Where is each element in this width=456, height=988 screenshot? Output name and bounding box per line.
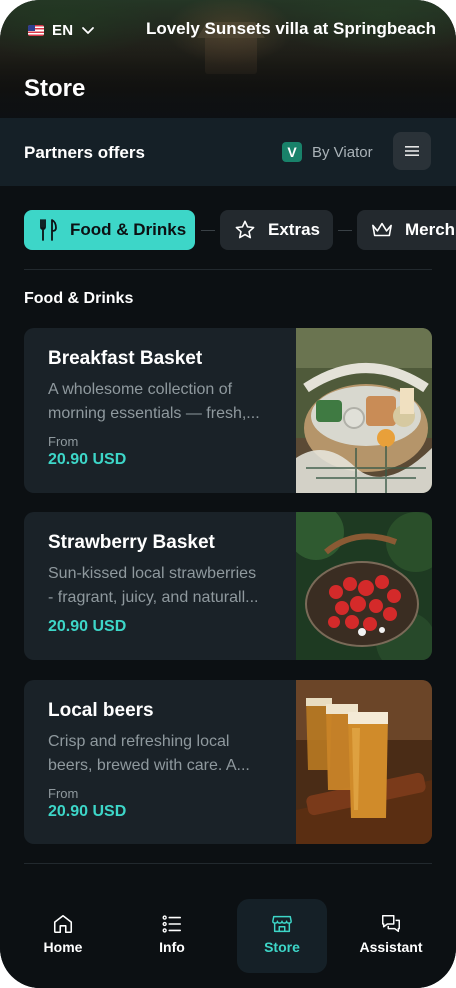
chip-label: Merch xyxy=(405,220,456,239)
crown-icon xyxy=(372,222,392,237)
nav-store[interactable]: Store xyxy=(237,899,327,973)
price-from-label: From xyxy=(48,434,79,449)
menu-button[interactable] xyxy=(393,132,431,170)
divider xyxy=(24,269,432,270)
product-price: 20.90 USD xyxy=(48,803,127,820)
chip-divider xyxy=(201,230,215,231)
store-icon xyxy=(272,915,292,933)
section-title: Food & Drinks xyxy=(24,290,134,307)
partners-bar: Partners offers V By Viator xyxy=(0,118,456,186)
bottom-navigation: Home Info Store Assistant xyxy=(0,880,456,988)
product-card-local-beers[interactable]: Local beers Crisp and refreshing local b… xyxy=(24,680,432,844)
nav-label: Info xyxy=(159,939,185,955)
product-name: Local beers xyxy=(48,700,154,721)
chevron-down-icon xyxy=(81,23,95,37)
us-flag-icon xyxy=(28,24,44,36)
fork-knife-icon xyxy=(40,219,57,241)
provider-badge[interactable]: V By Viator xyxy=(282,142,373,162)
nav-assistant[interactable]: Assistant xyxy=(346,899,436,973)
breakfast-basket-image xyxy=(296,328,432,493)
product-card-strawberry-basket[interactable]: Strawberry Basket Sun-kissed local straw… xyxy=(24,512,432,660)
chip-extras[interactable]: Extras xyxy=(220,210,333,250)
product-name: Breakfast Basket xyxy=(48,348,203,369)
star-icon xyxy=(235,220,255,239)
nav-label: Assistant xyxy=(359,939,423,955)
product-name: Strawberry Basket xyxy=(48,532,215,553)
product-description: A wholesome collection of morning essent… xyxy=(48,381,260,422)
product-card-breakfast-basket[interactable]: Breakfast Basket A wholesome collection … xyxy=(24,328,432,493)
partners-label: Partners offers xyxy=(24,143,145,162)
product-price: 20.90 USD xyxy=(48,451,127,468)
page-title: Store xyxy=(24,75,86,102)
product-description: Sun-kissed local strawberries - fragrant… xyxy=(48,565,259,606)
language-code: EN xyxy=(52,21,74,39)
chip-label: Extras xyxy=(268,220,320,239)
chip-merch[interactable]: Merch xyxy=(357,210,456,250)
hamburger-icon xyxy=(405,146,419,156)
nav-info[interactable]: Info xyxy=(127,899,217,973)
viator-logo-icon: V xyxy=(282,142,302,162)
divider xyxy=(24,863,432,864)
category-chips: Food & Drinks Extras Merch xyxy=(24,210,456,250)
phone-screen: EN Lovely Sunsets villa at Springbeach S… xyxy=(0,0,456,988)
chat-icon xyxy=(382,915,400,933)
chip-food-drinks[interactable]: Food & Drinks xyxy=(24,210,195,250)
nav-label: Store xyxy=(264,939,300,955)
provider-text: By Viator xyxy=(312,143,373,161)
product-description: Crisp and refreshing local beers, brewed… xyxy=(48,733,250,774)
product-price: 20.90 USD xyxy=(48,618,127,635)
villa-name: Lovely Sunsets villa at Springbeach xyxy=(145,19,436,38)
chip-label: Food & Drinks xyxy=(70,220,187,239)
nav-label: Home xyxy=(43,939,83,955)
home-icon xyxy=(53,914,73,934)
chip-divider xyxy=(338,230,352,231)
local-beers-image xyxy=(296,680,432,844)
price-from-label: From xyxy=(48,786,79,801)
nav-home[interactable]: Home xyxy=(18,899,108,973)
language-selector[interactable]: EN xyxy=(28,19,95,41)
strawberry-basket-image xyxy=(296,512,432,660)
list-icon xyxy=(162,915,182,933)
